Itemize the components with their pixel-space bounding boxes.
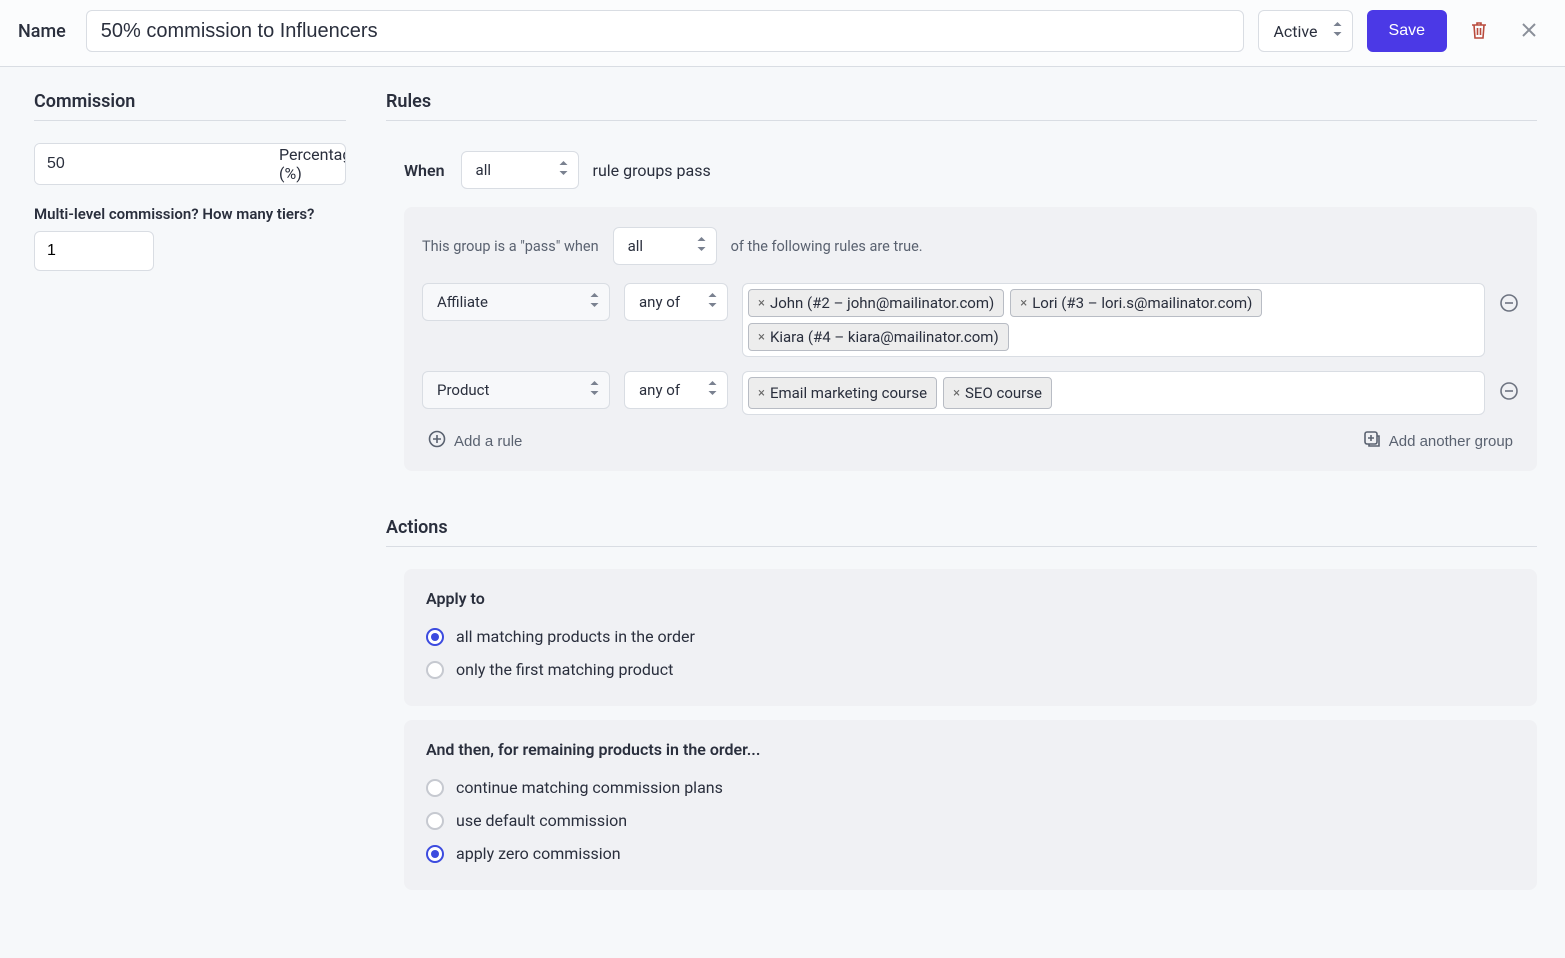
when-label: When <box>404 161 445 180</box>
selected-chip[interactable]: × Kiara (#4 – kiara@mailinator.com) <box>748 323 1009 351</box>
add-group-button[interactable]: Add another group <box>1357 429 1519 453</box>
save-button[interactable]: Save <box>1367 10 1447 52</box>
remove-rule-button[interactable] <box>1499 293 1519 313</box>
rules-heading: Rules <box>386 91 1537 121</box>
rule-field-select[interactable]: Product <box>422 371 610 409</box>
commission-row: Percentage (%) <box>34 143 346 185</box>
commission-heading: Commission <box>34 91 346 121</box>
name-label: Name <box>18 21 66 42</box>
remaining-panel: And then, for remaining products in the … <box>404 720 1537 890</box>
rule-op-value: any of <box>639 293 680 311</box>
radio-icon <box>426 661 444 679</box>
remove-chip-icon[interactable]: × <box>953 386 960 401</box>
remove-rule-button[interactable] <box>1499 381 1519 401</box>
radio-label: all matching products in the order <box>456 627 695 646</box>
selected-chip[interactable]: × Lori (#3 – lori.s@mailinator.com) <box>1010 289 1262 317</box>
radio-icon <box>426 845 444 863</box>
rule-field-value: Product <box>437 381 489 399</box>
rule-group: This group is a "pass" when all of the f… <box>404 207 1537 471</box>
close-icon <box>1521 22 1537 41</box>
remove-chip-icon[interactable]: × <box>758 330 765 345</box>
remaining-option[interactable]: apply zero commission <box>426 837 1515 870</box>
rule-field-select[interactable]: Affiliate <box>422 283 610 321</box>
header-row: Name Active Save <box>0 0 1565 67</box>
chip-label: Email marketing course <box>770 384 927 402</box>
remaining-heading: And then, for remaining products in the … <box>426 740 1515 759</box>
tiers-label: Multi-level commission? How many tiers? <box>34 205 346 223</box>
group-op-select[interactable]: all <box>613 227 717 265</box>
when-suffix: rule groups pass <box>593 161 711 180</box>
selected-chip[interactable]: × Email marketing course <box>748 377 937 409</box>
tiers-input[interactable] <box>34 231 154 271</box>
status-select[interactable]: Active <box>1258 10 1352 52</box>
add-group-icon <box>1363 430 1381 452</box>
remaining-option[interactable]: continue matching commission plans <box>426 771 1515 804</box>
radio-icon <box>426 779 444 797</box>
remove-chip-icon[interactable]: × <box>1020 296 1027 311</box>
rule-op-select[interactable]: any of <box>624 283 728 321</box>
apply-to-option[interactable]: all matching products in the order <box>426 620 1515 653</box>
selected-chip[interactable]: × John (#2 – john@mailinator.com) <box>748 289 1004 317</box>
radio-label: continue matching commission plans <box>456 778 723 797</box>
chip-label: SEO course <box>965 384 1042 402</box>
apply-to-heading: Apply to <box>426 589 1515 608</box>
rule-op-value: any of <box>639 381 680 399</box>
chip-label: John (#2 – john@mailinator.com) <box>770 294 994 312</box>
delete-button[interactable] <box>1461 13 1497 49</box>
selected-chip[interactable]: × SEO course <box>943 377 1052 409</box>
plus-circle-icon <box>428 430 446 452</box>
status-value: Active <box>1273 22 1317 41</box>
rule-row: Affiliate any of × John (#2 – john@mailinat… <box>422 283 1519 357</box>
when-row: When all rule groups pass <box>404 151 1537 189</box>
group-head: This group is a "pass" when all of the f… <box>422 227 1519 265</box>
chip-label: Lori (#3 – lori.s@mailinator.com) <box>1032 294 1252 312</box>
radio-label: apply zero commission <box>456 844 621 863</box>
remaining-option[interactable]: use default commission <box>426 804 1515 837</box>
commission-unit-label: Percentage (%) <box>279 145 346 183</box>
when-select[interactable]: all <box>461 151 579 189</box>
actions-heading: Actions <box>386 517 1537 547</box>
remove-chip-icon[interactable]: × <box>758 386 765 401</box>
trash-icon <box>1470 20 1488 43</box>
commission-value-input[interactable] <box>35 144 266 184</box>
apply-to-option[interactable]: only the first matching product <box>426 653 1515 686</box>
group-suffix: of the following rules are true. <box>731 238 923 255</box>
add-group-label: Add another group <box>1389 433 1513 450</box>
rule-values-input[interactable]: × Email marketing course × SEO course <box>742 371 1485 415</box>
commission-unit-select[interactable]: Percentage (%) <box>266 144 346 184</box>
add-rule-label: Add a rule <box>454 433 522 450</box>
radio-icon <box>426 812 444 830</box>
add-rule-button[interactable]: Add a rule <box>422 429 528 453</box>
rule-op-select[interactable]: any of <box>624 371 728 409</box>
remove-chip-icon[interactable]: × <box>758 296 765 311</box>
chip-label: Kiara (#4 – kiara@mailinator.com) <box>770 328 999 346</box>
apply-to-panel: Apply to all matching products in the or… <box>404 569 1537 706</box>
radio-label: only the first matching product <box>456 660 673 679</box>
when-value: all <box>476 161 491 179</box>
name-input[interactable] <box>86 10 1245 52</box>
radio-icon <box>426 628 444 646</box>
close-button[interactable] <box>1511 13 1547 49</box>
group-prefix: This group is a "pass" when <box>422 238 599 255</box>
rule-row: Product any of × Email marketing course × SEO… <box>422 371 1519 415</box>
rule-values-input[interactable]: × John (#2 – john@mailinator.com) × Lori (#… <box>742 283 1485 357</box>
rule-field-value: Affiliate <box>437 293 488 311</box>
radio-label: use default commission <box>456 811 627 830</box>
group-op-value: all <box>628 237 643 255</box>
